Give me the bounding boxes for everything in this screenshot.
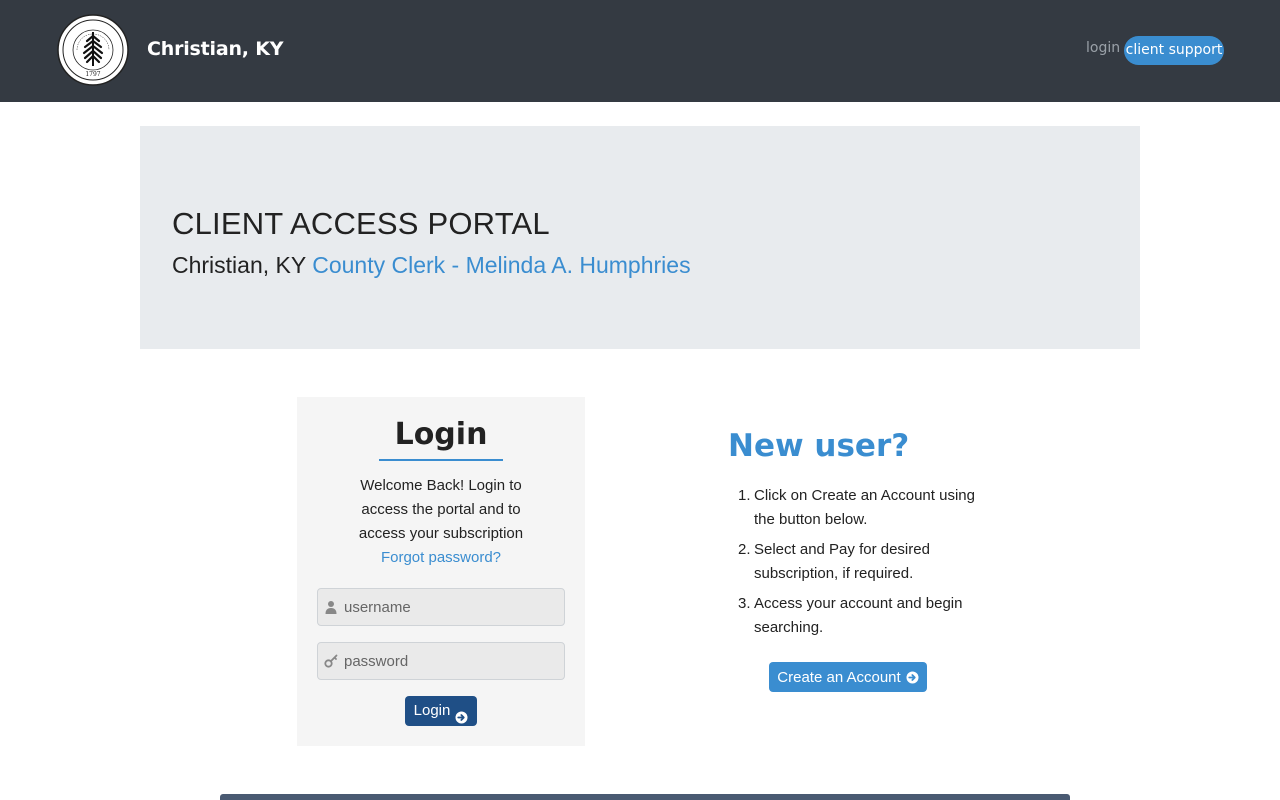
step-text: Select and Pay for desired subscription,… bbox=[754, 541, 930, 582]
nav-login-link[interactable]: login bbox=[1086, 40, 1120, 56]
user-icon bbox=[324, 600, 338, 614]
login-heading: Login bbox=[394, 417, 488, 452]
footer-bar bbox=[220, 794, 1070, 800]
username-field[interactable] bbox=[317, 588, 565, 626]
arrow-circle-right-icon bbox=[455, 705, 468, 723]
step-number: 3. bbox=[738, 595, 751, 612]
county-seal-logo[interactable]: 1797 bbox=[57, 14, 129, 86]
login-button-label: Login bbox=[413, 702, 451, 719]
new-user-heading: New user? bbox=[728, 428, 910, 464]
hero-office-link[interactable]: County Clerk - Melinda A. Humphries bbox=[312, 252, 690, 278]
step-number: 2. bbox=[738, 541, 751, 558]
hero-subtitle: Christian, KY County Clerk - Melinda A. … bbox=[172, 252, 691, 279]
top-header: 1797 Christian, KY login client support bbox=[0, 0, 1280, 102]
svg-text:1797: 1797 bbox=[85, 71, 100, 78]
key-icon bbox=[324, 654, 338, 668]
password-input[interactable] bbox=[344, 643, 560, 679]
password-field[interactable] bbox=[317, 642, 565, 680]
create-account-button[interactable]: Create an Account bbox=[769, 662, 927, 692]
new-user-steps: 1. Click on Create an Account using the b… bbox=[732, 484, 982, 646]
step-text: Access your account and begin searching. bbox=[754, 595, 963, 636]
step-text: Click on Create an Account using the but… bbox=[754, 487, 975, 528]
list-item: 2. Select and Pay for desired subscriptio… bbox=[732, 538, 982, 586]
list-item: 1. Click on Create an Account using the b… bbox=[732, 484, 982, 532]
username-input[interactable] bbox=[344, 589, 560, 625]
forgot-password-link[interactable]: Forgot password? bbox=[297, 549, 585, 566]
arrow-circle-right-icon bbox=[906, 671, 919, 684]
step-number: 1. bbox=[738, 487, 751, 504]
hero-banner: CLIENT ACCESS PORTAL Christian, KY Count… bbox=[140, 126, 1140, 349]
create-account-label: Create an Account bbox=[777, 668, 901, 686]
page-title: CLIENT ACCESS PORTAL bbox=[172, 206, 550, 241]
list-item: 3. Access your account and begin searchin… bbox=[732, 592, 982, 640]
login-panel: Login Welcome Back! Login to access the … bbox=[297, 397, 585, 746]
hero-location: Christian, KY bbox=[172, 252, 306, 278]
client-support-button[interactable]: client support bbox=[1124, 36, 1224, 65]
welcome-text: Welcome Back! Login to access the portal… bbox=[358, 477, 524, 542]
login-heading-underline bbox=[379, 459, 503, 461]
login-button[interactable]: Login bbox=[405, 696, 477, 726]
site-title[interactable]: Christian, KY bbox=[147, 38, 284, 60]
